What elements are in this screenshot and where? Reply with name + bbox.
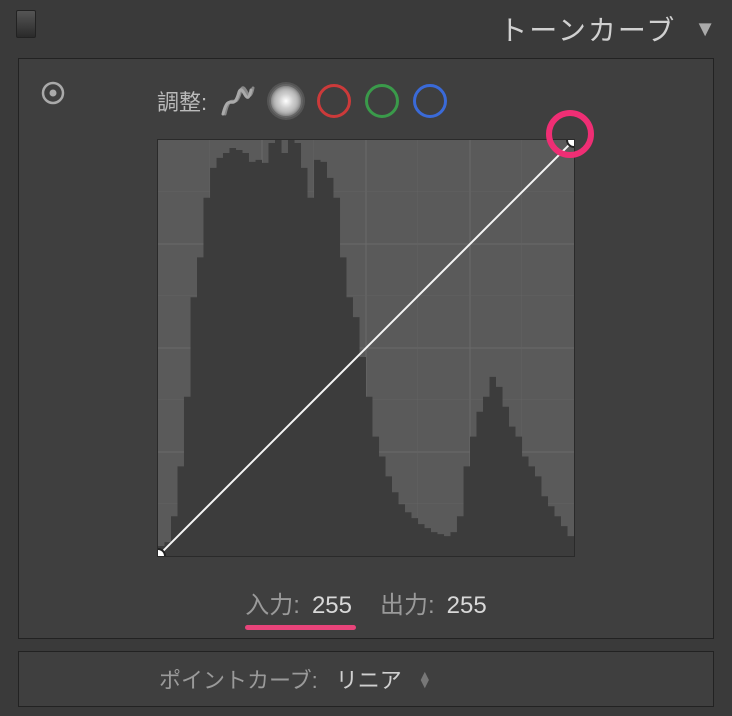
output-value[interactable]: 255: [447, 592, 487, 620]
tone-curve-chart[interactable]: [157, 139, 575, 557]
input-output-row: 入力: 255 出力: 255: [19, 585, 713, 620]
panel-toggle[interactable]: [16, 10, 36, 38]
input-label: 入力:: [245, 585, 300, 620]
channel-green-button[interactable]: [365, 84, 399, 118]
input-value[interactable]: 255: [312, 592, 352, 620]
channel-rgb-button[interactable]: [269, 84, 303, 118]
output-pair: 出力: 255: [380, 585, 487, 620]
adjust-label: 調整:: [157, 85, 207, 117]
updown-icon[interactable]: ▲▼: [418, 671, 432, 687]
underline-annotation: [245, 625, 356, 630]
panel-title: トーンカーブ: [499, 9, 676, 49]
chevron-down-icon: ▼: [694, 16, 716, 42]
adjust-row: 調整:: [19, 77, 713, 125]
input-pair: 入力: 255: [245, 585, 352, 620]
panel-body: 調整:: [18, 58, 714, 639]
point-curve-value[interactable]: リニア: [336, 663, 402, 695]
parametric-curve-icon[interactable]: [221, 84, 255, 118]
panel-header[interactable]: トーンカーブ ▼: [0, 0, 732, 58]
point-curve-label: ポイントカーブ:: [159, 663, 318, 695]
curve-svg: [158, 140, 574, 556]
point-curve-row: ポイントカーブ: リニア ▲▼: [18, 651, 714, 707]
channel-red-button[interactable]: [317, 84, 351, 118]
output-label: 出力:: [380, 585, 435, 620]
channel-blue-button[interactable]: [413, 84, 447, 118]
